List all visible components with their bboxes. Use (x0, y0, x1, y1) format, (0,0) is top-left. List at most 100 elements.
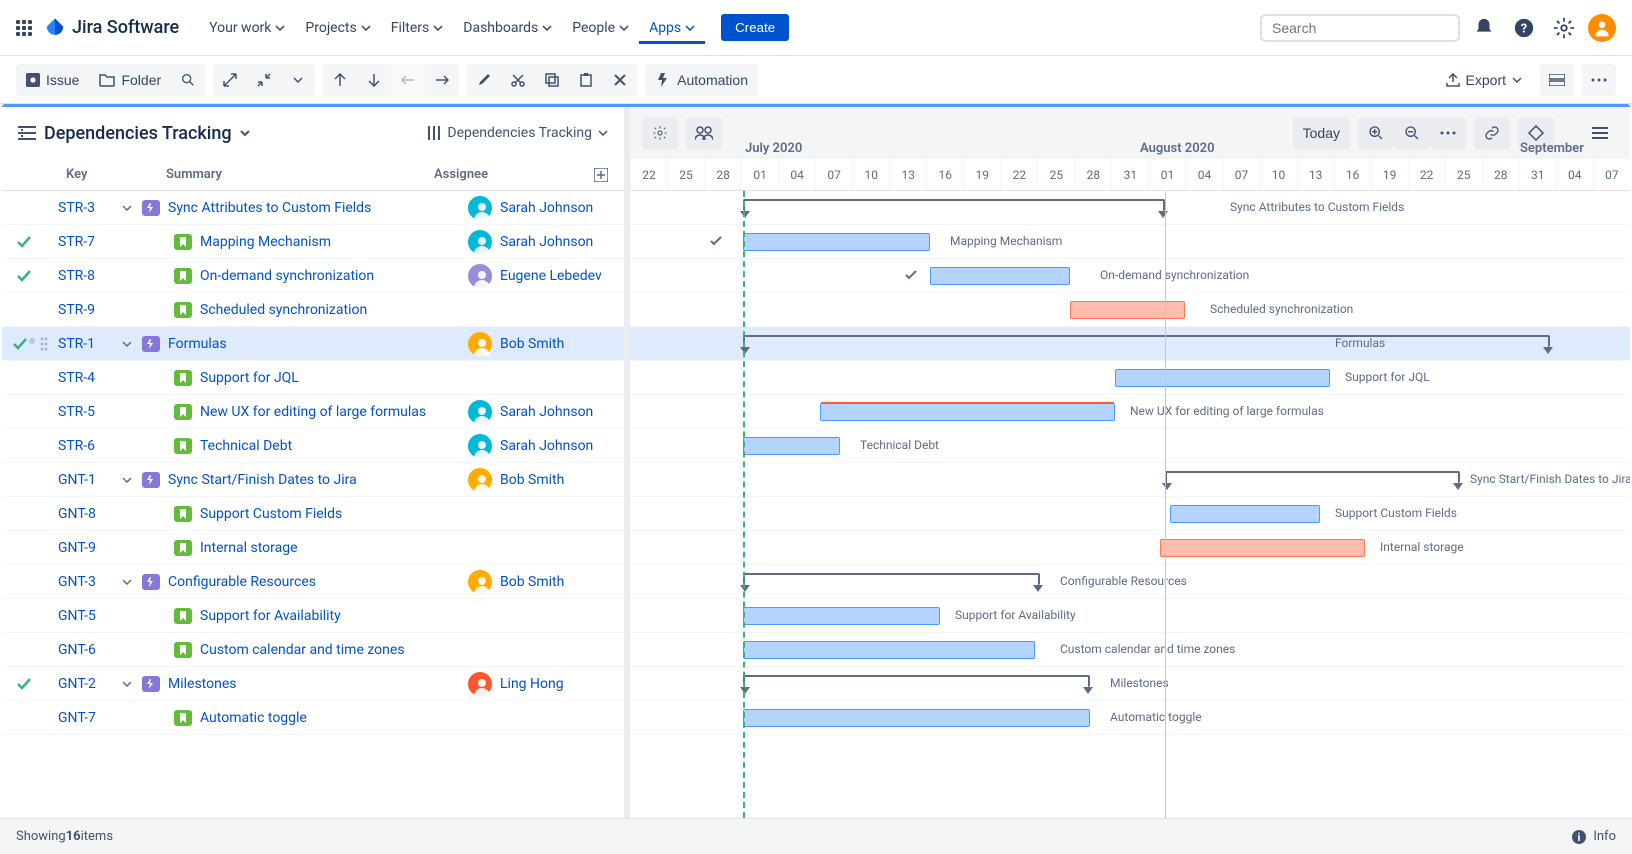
issue-summary[interactable]: Support Custom Fields (200, 506, 468, 522)
chevron-down-icon[interactable] (122, 681, 132, 687)
copy-button[interactable] (535, 64, 569, 96)
cut-button[interactable] (501, 64, 535, 96)
issue-key[interactable]: STR-1 (58, 336, 122, 352)
table-row[interactable]: STR-3 Sync Attributes to Custom Fields S… (2, 191, 624, 225)
create-button[interactable]: Create (721, 14, 789, 41)
issue-assignee[interactable]: Bob Smith (468, 468, 616, 492)
table-row[interactable]: STR-5 New UX for editing of large formul… (2, 395, 624, 429)
table-row[interactable]: GNT-1 Sync Start/Finish Dates to Jira Bo… (2, 463, 624, 497)
gantt-group-bar[interactable] (743, 573, 1040, 585)
issue-key[interactable]: GNT-7 (58, 710, 122, 726)
nav-item-your-work[interactable]: Your work (199, 12, 295, 44)
issue-assignee[interactable]: Bob Smith (468, 570, 616, 594)
table-row[interactable]: GNT-3 Configurable Resources Bob Smith (2, 565, 624, 599)
col-assignee[interactable]: Assignee (434, 167, 594, 182)
table-row[interactable]: STR-8 On-demand synchronization Eugene L… (2, 259, 624, 293)
gantt-group-bar[interactable] (1165, 471, 1460, 483)
expand-button[interactable] (213, 64, 247, 96)
table-row[interactable]: STR-9 Scheduled synchronization (2, 293, 624, 327)
nav-item-apps[interactable]: Apps (639, 12, 705, 44)
collapse-button[interactable] (247, 64, 281, 96)
issue-summary[interactable]: Support for Availability (200, 608, 468, 624)
gantt-row[interactable]: Formulas (630, 327, 1630, 361)
issue-key[interactable]: GNT-1 (58, 472, 122, 488)
issue-summary[interactable]: Sync Start/Finish Dates to Jira (168, 472, 468, 488)
issue-key[interactable]: GNT-9 (58, 540, 122, 556)
issue-key[interactable]: GNT-8 (58, 506, 122, 522)
gantt-row[interactable]: New UX for editing of large formulas (630, 395, 1630, 429)
issue-key[interactable]: GNT-6 (58, 642, 122, 658)
help-icon[interactable]: ? (1508, 12, 1540, 44)
nav-item-projects[interactable]: Projects (295, 12, 380, 44)
gantt-task-bar[interactable] (820, 403, 1115, 421)
delete-button[interactable] (603, 64, 637, 96)
issue-summary[interactable]: Technical Debt (200, 438, 468, 454)
issue-key[interactable]: STR-4 (58, 370, 122, 386)
automation-button[interactable]: Automation (645, 64, 758, 96)
issue-summary[interactable]: Internal storage (200, 540, 468, 556)
issue-key[interactable]: GNT-5 (58, 608, 122, 624)
table-row[interactable]: STR-6 Technical Debt Sarah Johnson (2, 429, 624, 463)
chevron-down-icon[interactable] (122, 205, 132, 211)
issue-summary[interactable]: Custom calendar and time zones (200, 642, 468, 658)
chevron-down-icon[interactable] (122, 579, 132, 585)
gantt-task-bar[interactable] (743, 709, 1090, 727)
indent-button[interactable] (425, 64, 459, 96)
issue-key[interactable]: STR-9 (58, 302, 122, 318)
table-row[interactable]: GNT-7 Automatic toggle (2, 701, 624, 735)
issue-key[interactable]: STR-7 (58, 234, 122, 250)
gantt-body[interactable]: Sync Attributes to Custom FieldsMapping … (630, 191, 1630, 818)
move-up-button[interactable] (323, 64, 357, 96)
col-key[interactable]: Key (66, 167, 166, 182)
issue-summary[interactable]: Automatic toggle (200, 710, 468, 726)
table-row[interactable]: GNT-2 Milestones Ling Hong (2, 667, 624, 701)
gantt-row[interactable]: Custom calendar and time zones (630, 633, 1630, 667)
search-input[interactable] (1272, 20, 1453, 36)
gantt-row[interactable]: Scheduled synchronization (630, 293, 1630, 327)
issue-button[interactable]: Issue (16, 64, 89, 96)
gantt-task-bar[interactable] (930, 267, 1070, 285)
table-row[interactable]: STR-4 Support for JQL (2, 361, 624, 395)
issue-key[interactable]: GNT-3 (58, 574, 122, 590)
issue-assignee[interactable]: Bob Smith (468, 332, 616, 356)
gantt-row[interactable]: On-demand synchronization (630, 259, 1630, 293)
table-row[interactable]: STR-7 Mapping Mechanism Sarah Johnson (2, 225, 624, 259)
gantt-task-bar[interactable] (743, 607, 940, 625)
issue-assignee[interactable]: Ling Hong (468, 672, 616, 696)
info-icon[interactable]: i (1571, 829, 1587, 845)
more-button[interactable] (1582, 64, 1616, 96)
issue-key[interactable]: STR-5 (58, 404, 122, 420)
issue-summary[interactable]: Sync Attributes to Custom Fields (168, 200, 468, 216)
gantt-group-bar[interactable] (743, 199, 1165, 211)
gantt-row[interactable]: Sync Attributes to Custom Fields (630, 191, 1630, 225)
drag-handle-icon[interactable] (40, 337, 48, 351)
view-selector[interactable]: Dependencies Tracking (427, 125, 608, 141)
issue-key[interactable]: STR-3 (58, 200, 122, 216)
issue-key[interactable]: STR-8 (58, 268, 122, 284)
user-avatar[interactable] (1588, 14, 1616, 42)
gantt-row[interactable]: Configurable Resources (630, 565, 1630, 599)
chevron-down-icon[interactable] (122, 341, 132, 347)
issue-summary[interactable]: Scheduled synchronization (200, 302, 468, 318)
gantt-row[interactable]: Technical Debt (630, 429, 1630, 463)
issue-summary[interactable]: Milestones (168, 676, 468, 692)
issue-assignee[interactable]: Sarah Johnson (468, 434, 616, 458)
issue-key[interactable]: STR-6 (58, 438, 122, 454)
issue-assignee[interactable]: Sarah Johnson (468, 230, 616, 254)
nav-item-dashboards[interactable]: Dashboards (453, 12, 562, 44)
search-box[interactable] (1260, 14, 1460, 42)
issue-assignee[interactable]: Eugene Lebedev (468, 264, 616, 288)
table-row[interactable]: STR-1 Formulas Bob Smith (2, 327, 624, 361)
gantt-task-bar[interactable] (743, 437, 840, 455)
table-row[interactable]: GNT-5 Support for Availability (2, 599, 624, 633)
issue-summary[interactable]: Mapping Mechanism (200, 234, 468, 250)
nav-item-filters[interactable]: Filters (381, 12, 454, 44)
gantt-row[interactable]: Mapping Mechanism (630, 225, 1630, 259)
issue-assignee[interactable]: Sarah Johnson (468, 400, 616, 424)
issue-key[interactable]: GNT-2 (58, 676, 122, 692)
outdent-button[interactable] (391, 64, 425, 96)
add-column-icon[interactable] (594, 168, 608, 182)
notifications-icon[interactable] (1468, 12, 1500, 44)
gantt-row[interactable]: Support for JQL (630, 361, 1630, 395)
nav-item-people[interactable]: People (562, 12, 639, 44)
